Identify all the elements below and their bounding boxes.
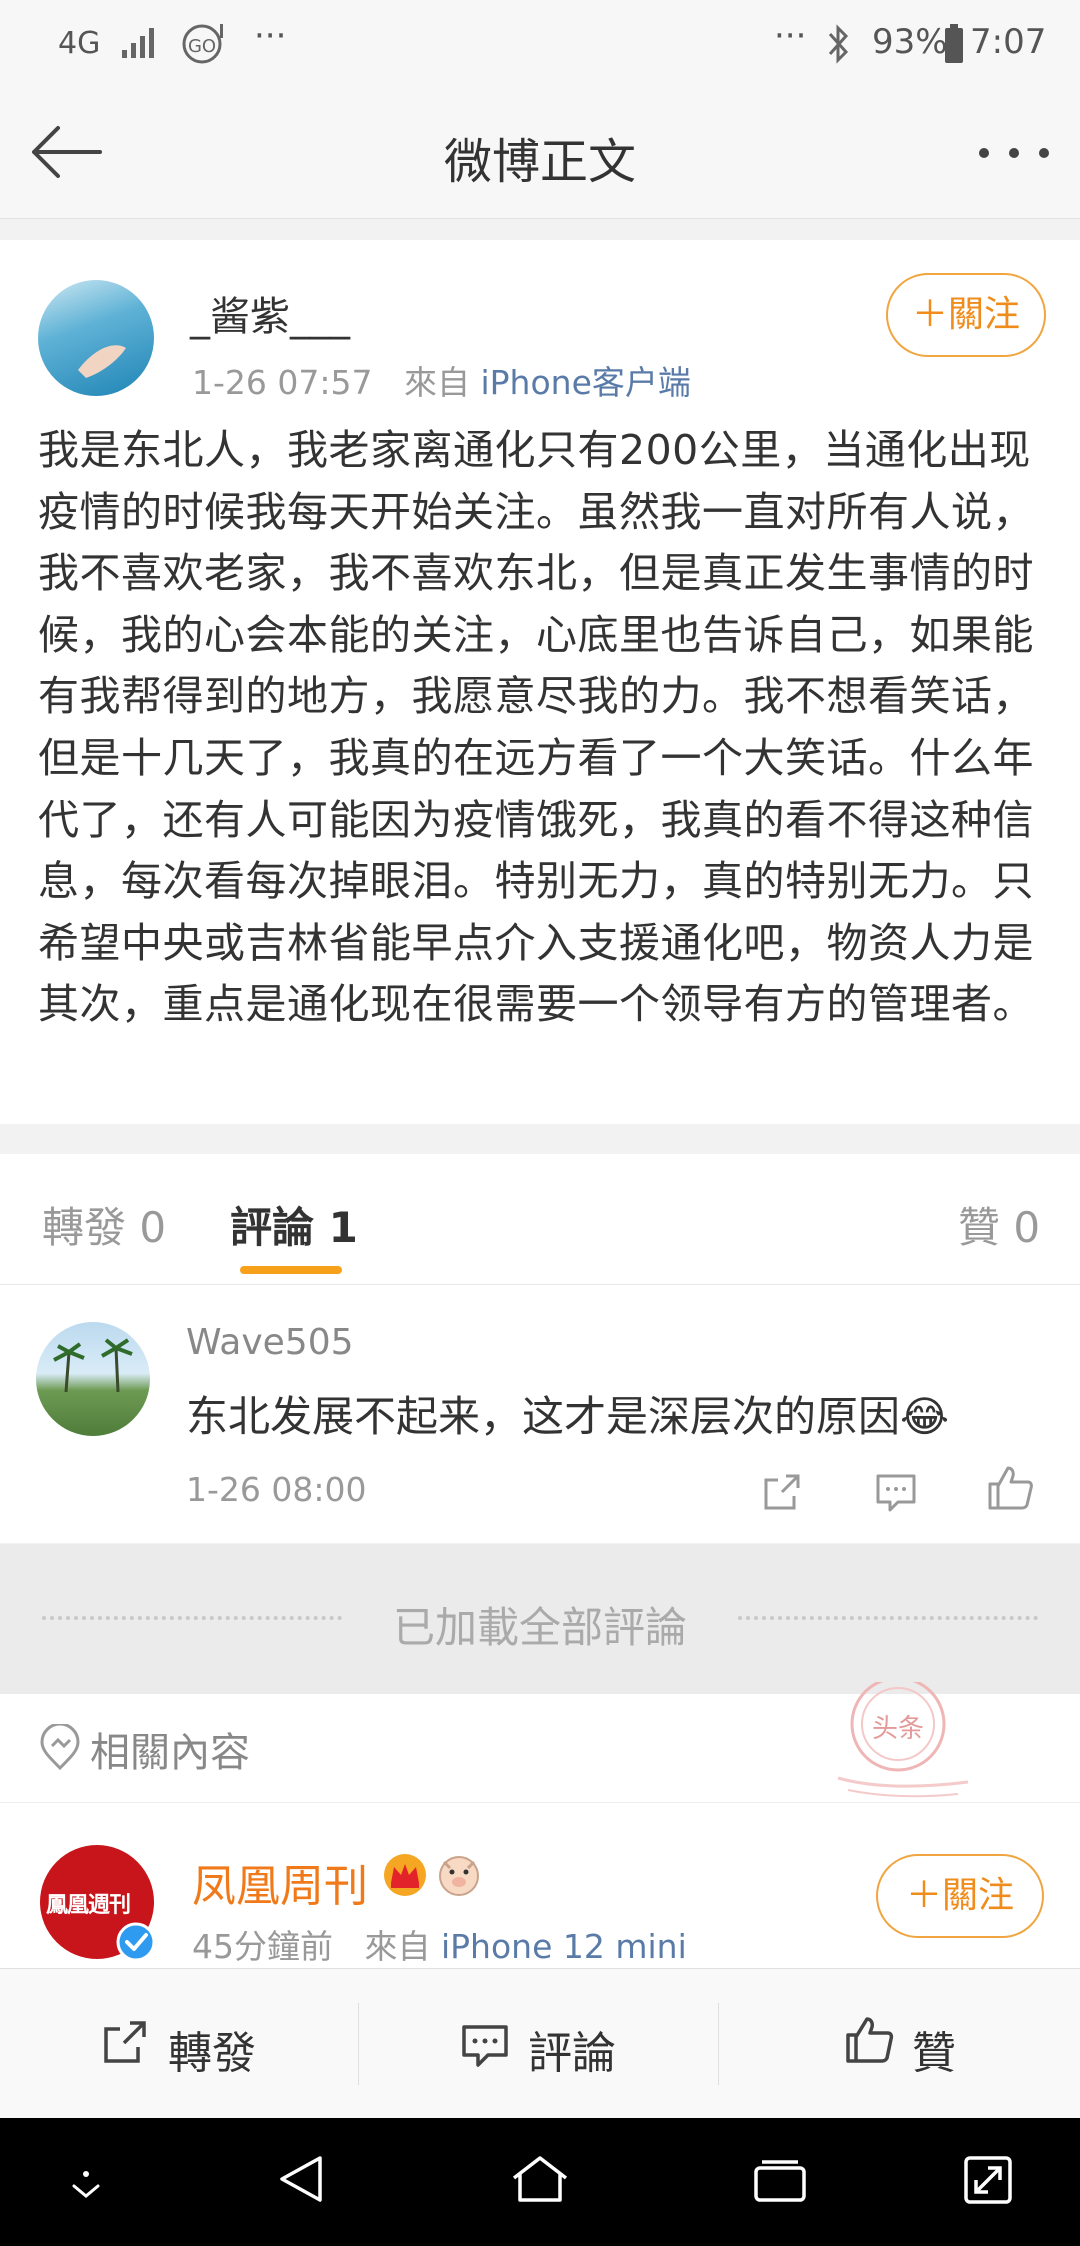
more-status-icon: ··· [774, 16, 807, 56]
repost-icon[interactable] [100, 2019, 150, 2067]
logo-text: 鳳凰週刊 [46, 1893, 131, 1918]
hide-keyboard-icon[interactable] [66, 2164, 106, 2204]
svg-text:GO: GO [188, 36, 216, 57]
comment-icon[interactable] [460, 2021, 510, 2069]
comment-avatar[interactable] [36, 1322, 150, 1436]
post-meta: 1-26 07:57 來自 iPhone客户端 [192, 356, 691, 404]
follow-button[interactable]: ＋關注 [886, 273, 1046, 357]
related-icon [38, 1724, 82, 1772]
battery-icon [944, 24, 964, 64]
related-content-header: 相關內容 头条 [0, 1682, 1080, 1803]
repost-button[interactable]: 轉發 [168, 2017, 256, 2081]
back-nav-icon[interactable] [274, 2152, 328, 2206]
more-notifications-icon: ··· [254, 16, 287, 56]
comment-username[interactable]: Wave505 [186, 1322, 354, 1363]
pig-icon [436, 1852, 482, 1898]
nav-bar: 微博正文 [0, 90, 1080, 219]
source-prefix: 來自 [403, 363, 470, 402]
reply-icon[interactable] [874, 1470, 918, 1514]
post-body: 我是东北人，我老家离通化只有200公里，当通化出现疫情的时候我每天开始关注。虽然… [38, 426, 1034, 1029]
loaded-all-label: 已加載全部評論 [392, 1603, 687, 1652]
status-bar: 4G GO ··· ··· 93% 7:07 [0, 0, 1080, 90]
related-account-name[interactable]: 凤凰周刊 [192, 1850, 368, 1914]
interaction-tabs: 轉發 0 評論 1 贊 0 [0, 1154, 1080, 1285]
related-follow-button[interactable]: ＋關注 [876, 1854, 1044, 1938]
post-source[interactable]: iPhone客户端 [480, 363, 690, 402]
tab-reposts[interactable]: 轉發 0 [42, 1194, 166, 1255]
related-time: 45分鐘前 [192, 1927, 333, 1966]
fullscreen-icon[interactable] [962, 2152, 1014, 2206]
separator [718, 2003, 719, 2085]
post-time: 1-26 07:57 [192, 363, 373, 402]
data-saver-icon: GO [180, 20, 228, 64]
crown-icon [382, 1852, 428, 1898]
thumbs-up-icon[interactable] [986, 1464, 1034, 1512]
page-title: 微博正文 [443, 134, 636, 190]
bottom-action-bar: 轉發 評論 贊 [0, 1968, 1080, 2119]
clock: 7:07 [970, 22, 1047, 62]
post-username[interactable]: _酱紫___ [190, 284, 350, 342]
tab-comments[interactable]: 評論 1 [230, 1194, 358, 1255]
separator [358, 2003, 359, 2085]
comment-button[interactable]: 評論 [528, 2017, 616, 2081]
like-button[interactable]: 贊 [912, 2017, 956, 2081]
like-icon[interactable] [844, 2015, 894, 2065]
verified-badge-icon [116, 1922, 156, 1962]
divider-right [738, 1616, 1038, 1620]
related-source-prefix: 來自 [364, 1927, 431, 1966]
system-navigation-bar [0, 2118, 1080, 2246]
home-nav-icon[interactable] [510, 2152, 570, 2206]
active-tab-indicator [240, 1266, 342, 1274]
watermark-text: 头条 [872, 1714, 925, 1744]
battery-percent: 93% [872, 22, 948, 62]
avatar[interactable] [38, 280, 154, 396]
bluetooth-icon [826, 24, 852, 64]
related-source[interactable]: iPhone 12 mini [441, 1927, 687, 1966]
signal-icon [120, 24, 162, 60]
share-icon[interactable] [760, 1470, 804, 1514]
comment-time: 1-26 08:00 [186, 1470, 367, 1509]
related-title: 相關內容 [90, 1730, 250, 1776]
all-comments-loaded: 已加載全部評論 [0, 1544, 1080, 1694]
comment-text: 东北发展不起来，这才是深层次的原因😂 [186, 1392, 950, 1441]
more-options-icon[interactable] [976, 146, 1052, 160]
network-indicator: 4G [58, 26, 101, 61]
toutiao-watermark: 头条 [828, 1682, 978, 1802]
related-account-meta: 45分鐘前 來自 iPhone 12 mini [192, 1920, 687, 1968]
tab-likes[interactable]: 贊 0 [958, 1194, 1040, 1255]
recent-apps-icon[interactable] [752, 2158, 808, 2204]
